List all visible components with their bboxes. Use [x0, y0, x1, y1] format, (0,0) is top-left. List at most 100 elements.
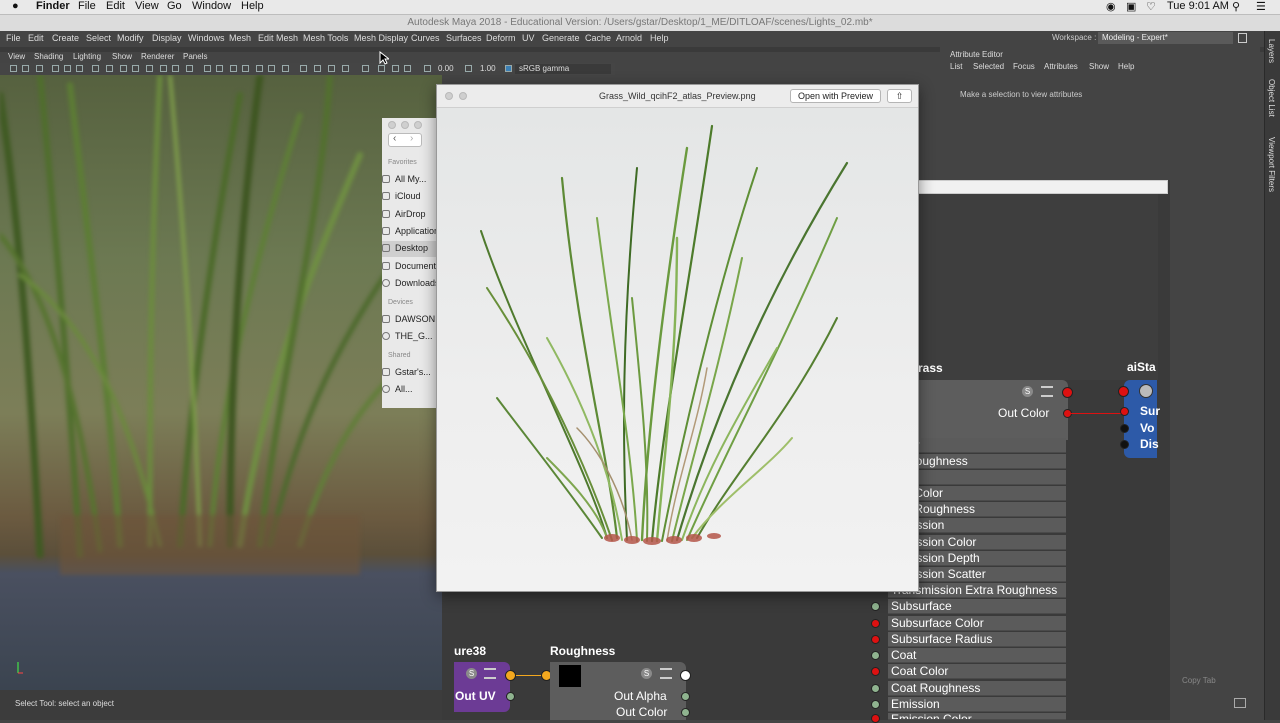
camera-icon[interactable]	[10, 65, 17, 72]
maya-menu-help[interactable]: Help	[650, 33, 669, 43]
attr-row[interactable]: Coat Color	[888, 664, 1066, 679]
finder-close-button[interactable]	[388, 121, 396, 129]
menu-file[interactable]: File	[78, 0, 96, 12]
wireframe-on-shaded-icon[interactable]	[186, 65, 193, 72]
xray-joints-icon[interactable]	[328, 65, 335, 72]
finder-device[interactable]: THE_G...	[382, 331, 433, 341]
record-icon[interactable]: ◉	[1106, 0, 1116, 13]
exposure-value[interactable]: 0.00	[438, 64, 454, 73]
textured-icon[interactable]	[204, 65, 211, 72]
spotlight-search-icon[interactable]: ⚲	[1232, 0, 1240, 13]
grass-output-port[interactable]	[1062, 387, 1073, 398]
maya-menu-windows[interactable]: Windows	[188, 33, 225, 43]
swatch-toggle-icon[interactable]: S	[1022, 386, 1033, 397]
menu-help[interactable]: Help	[241, 0, 264, 12]
layout-icon[interactable]	[1234, 698, 1246, 708]
vp-menu-renderer[interactable]: Renderer	[141, 52, 174, 61]
frame-all-icon[interactable]	[378, 65, 385, 72]
input-port[interactable]	[871, 667, 880, 676]
maya-menu-deform[interactable]: Deform	[486, 33, 516, 43]
finder-nav-buttons[interactable]: ‹ ›	[388, 133, 422, 147]
bookmark-icon[interactable]	[36, 65, 43, 72]
share-button[interactable]: ⇧	[887, 89, 912, 103]
open-with-preview-button[interactable]: Open with Preview	[790, 89, 881, 103]
anti-alias-icon[interactable]	[268, 65, 275, 72]
camera-attr-icon[interactable]	[22, 65, 29, 72]
maya-menu-mesh[interactable]: Mesh	[229, 33, 251, 43]
clock[interactable]: Tue 9:01 AM	[1167, 0, 1229, 12]
image-plane-icon[interactable]	[52, 65, 59, 72]
maya-menu-create[interactable]: Create	[52, 33, 79, 43]
ae-menu-list[interactable]: List	[950, 62, 962, 71]
input-port[interactable]	[871, 684, 880, 693]
field-chart-icon[interactable]	[120, 65, 127, 72]
perspective-viewport[interactable]	[0, 75, 442, 690]
ai-input-port[interactable]	[1118, 386, 1129, 397]
vp-menu-shading[interactable]: Shading	[34, 52, 63, 61]
attr-row[interactable]: Emission Color	[888, 713, 1066, 720]
maya-menu-mesh-tools[interactable]: Mesh Tools	[303, 33, 348, 43]
film-gate-icon[interactable]	[76, 65, 83, 72]
safe-title-icon[interactable]	[146, 65, 153, 72]
roughness-out-color-port[interactable]	[681, 708, 690, 717]
maya-menu-modify[interactable]: Modify	[117, 33, 144, 43]
safe-action-icon[interactable]	[132, 65, 139, 72]
input-port[interactable]	[871, 635, 880, 644]
ai-displacement-port[interactable]	[1120, 440, 1129, 449]
finder-fav-icloud[interactable]: iCloud	[382, 191, 421, 201]
maya-menu-surfaces[interactable]: Surfaces	[446, 33, 482, 43]
apple-icon[interactable]: ●	[12, 0, 19, 12]
menu-view[interactable]: View	[135, 0, 159, 12]
swatch-toggle-icon[interactable]: S	[466, 668, 477, 679]
node-options-icon[interactable]	[484, 668, 496, 679]
lock-icon[interactable]	[1238, 33, 1247, 43]
roughness-output-port[interactable]	[680, 670, 691, 681]
layers-tab[interactable]: Layers	[1267, 39, 1276, 63]
color-management-icon[interactable]	[505, 65, 512, 72]
workspace-select[interactable]: Modeling - Expert*	[1098, 32, 1233, 44]
depth-of-field-icon[interactable]	[282, 65, 289, 72]
shadows-icon[interactable]	[230, 65, 237, 72]
finder-fav-all-my-files[interactable]: All My...	[382, 174, 426, 184]
finder-zoom-button[interactable]	[414, 121, 422, 129]
grass-node-title[interactable]: rass	[918, 361, 943, 375]
maya-menu-edit-mesh[interactable]: Edit Mesh	[258, 33, 298, 43]
finder-fav-applications[interactable]: Applications	[382, 226, 440, 236]
input-port[interactable]	[871, 700, 880, 709]
menu-window[interactable]: Window	[192, 0, 231, 12]
grid-icon[interactable]	[64, 65, 71, 72]
maya-menu-generate[interactable]: Generate	[542, 33, 580, 43]
texture-node-title[interactable]: ure38	[454, 644, 486, 658]
shader-swatch-icon[interactable]	[1139, 384, 1153, 398]
node-options-icon[interactable]	[1041, 386, 1053, 397]
attr-row[interactable]: Subsurface	[888, 599, 1066, 614]
wifi-icon[interactable]: ♡	[1146, 0, 1156, 13]
ae-menu-show[interactable]: Show	[1089, 62, 1109, 71]
finder-fav-documents[interactable]: Documents	[382, 261, 440, 271]
ae-menu-help[interactable]: Help	[1118, 62, 1134, 71]
texture-output-port[interactable]	[505, 670, 516, 681]
maya-menu-uv[interactable]: UV	[522, 33, 535, 43]
preview-fullscreen-button[interactable]	[459, 92, 467, 100]
ae-menu-attributes[interactable]: Attributes	[1044, 62, 1078, 71]
gamma-icon[interactable]	[465, 65, 472, 72]
node-options-icon[interactable]	[660, 668, 672, 679]
vp-menu-panels[interactable]: Panels	[183, 52, 207, 61]
ai-standard-node-title[interactable]: aiSta	[1127, 360, 1156, 374]
maya-menu-select[interactable]: Select	[86, 33, 111, 43]
input-port[interactable]	[871, 602, 880, 611]
texture-node[interactable]	[454, 662, 510, 712]
finder-device[interactable]: DAWSON	[382, 314, 435, 324]
maya-menu-cache[interactable]: Cache	[585, 33, 611, 43]
swatch-toggle-icon[interactable]: S	[641, 668, 652, 679]
finder-minimize-button[interactable]	[401, 121, 409, 129]
finder-fav-desktop[interactable]: Desktop	[382, 243, 428, 253]
maya-menu-file[interactable]: File	[6, 33, 21, 43]
vp-menu-lighting[interactable]: Lighting	[73, 52, 101, 61]
menu-go[interactable]: Go	[167, 0, 182, 12]
vp-menu-show[interactable]: Show	[112, 52, 132, 61]
finder-shared-item[interactable]: Gstar's...	[382, 367, 431, 377]
attr-row[interactable]: Coat Roughness	[888, 681, 1066, 696]
ai-volume-port[interactable]	[1120, 424, 1129, 433]
finder-shared-item[interactable]: All...	[382, 384, 413, 394]
